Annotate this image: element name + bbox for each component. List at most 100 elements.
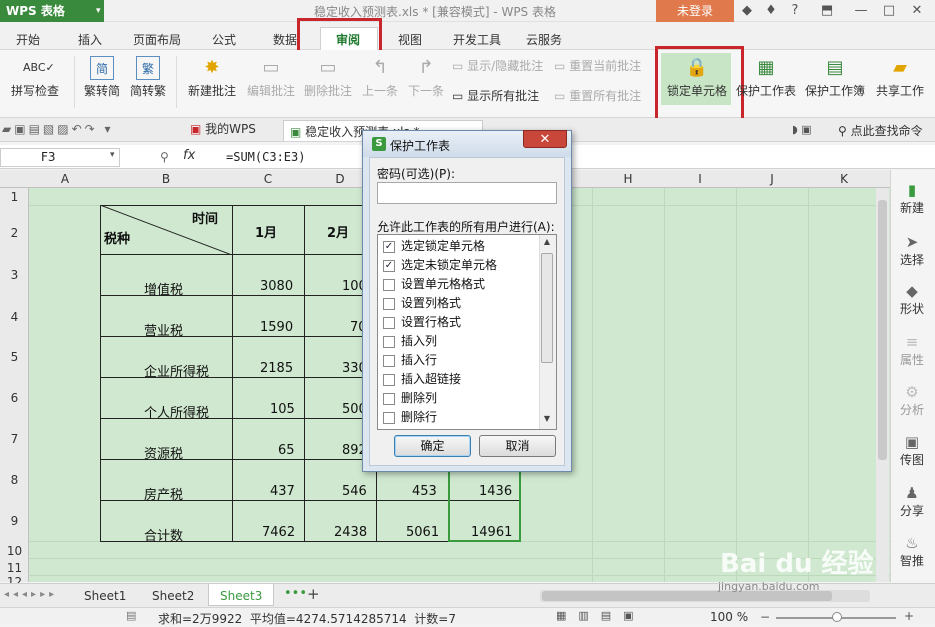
scroll-up-icon[interactable]: ▲ — [541, 237, 553, 246]
list-scrollbar-thumb[interactable] — [541, 253, 553, 363]
tab-cloud[interactable]: 云服务 — [526, 31, 562, 48]
cell-value[interactable]: 2438 — [334, 525, 367, 540]
new-comment-button[interactable]: ✸ 新建批注 — [184, 56, 240, 99]
trad-to-simp-button[interactable]: 简 繁转简 — [82, 56, 122, 99]
permission-option[interactable]: 设置行格式 — [383, 313, 461, 330]
panel-share[interactable]: ♟ 分享 — [893, 485, 931, 519]
column-header[interactable]: A — [30, 172, 100, 186]
reset-current-comment-button[interactable]: ▭ 重置当前批注 — [554, 57, 641, 74]
zoom-level[interactable]: 100 % — [710, 610, 748, 624]
column-header[interactable]: I — [664, 172, 736, 186]
cell-value[interactable]: 1590 — [260, 320, 293, 335]
panel-analysis[interactable]: ⚙ 分析 — [893, 384, 931, 418]
row-header[interactable]: 9 — [0, 514, 29, 528]
skin-icon[interactable]: ◆ — [738, 3, 756, 19]
column-header[interactable]: B — [100, 172, 232, 186]
find-command[interactable]: ⚲ 点此查找命令 — [838, 122, 923, 139]
share-workbook-button[interactable]: ▰ 共享工作 — [872, 56, 928, 99]
row-header[interactable]: 5 — [0, 350, 29, 364]
row-header[interactable]: 12 — [0, 575, 29, 583]
tab-formulas[interactable]: 公式 — [212, 31, 236, 48]
cell-value[interactable]: 105 — [270, 402, 295, 417]
show-hide-comments-button[interactable]: ▭ 显示/隐藏批注 — [452, 57, 543, 74]
tab-insert[interactable]: 插入 — [78, 31, 102, 48]
row-header[interactable]: 3 — [0, 268, 29, 282]
column-header[interactable]: J — [736, 172, 808, 186]
cell-value[interactable]: 65 — [278, 443, 295, 458]
dialog-close-button[interactable]: ✕ — [523, 130, 567, 148]
row-header[interactable]: 1 — [0, 190, 29, 204]
maximize-icon[interactable]: □ — [880, 3, 898, 19]
header-feb[interactable]: 2月 — [327, 222, 349, 241]
panel-smart-push[interactable]: ♨ 智推 — [893, 535, 931, 569]
panel-send-image[interactable]: ▣ 传图 — [893, 434, 931, 468]
spell-check-button[interactable]: ABC✓ 拼写检查 — [4, 56, 66, 99]
cell-value[interactable]: 1436 — [479, 484, 512, 499]
column-header[interactable]: K — [808, 172, 880, 186]
tax-name[interactable]: 房产税 — [144, 484, 183, 503]
tab-home[interactable]: 开始 — [16, 31, 40, 48]
permission-option[interactable]: 插入列 — [383, 332, 437, 349]
sheet-tab-2[interactable]: Sheet2 — [152, 589, 194, 603]
checkbox[interactable] — [383, 373, 395, 386]
tax-name[interactable]: 合计数 — [144, 525, 183, 544]
checkbox[interactable] — [383, 297, 395, 310]
header-time[interactable]: 时间 — [192, 208, 218, 227]
view-mode-icons[interactable]: ▦▥▤▣ — [556, 609, 646, 622]
formula-input[interactable]: =SUM(C3:E3) — [226, 150, 305, 164]
protect-sheet-button[interactable]: ▦ 保护工作表 — [734, 56, 798, 99]
tab-view[interactable]: 视图 — [398, 31, 422, 48]
simp-to-trad-button[interactable]: 繁 简转繁 — [126, 56, 170, 99]
cell-value[interactable]: 14961 — [471, 525, 512, 540]
scroll-down-icon[interactable]: ▼ — [541, 414, 553, 423]
chevron-down-icon[interactable]: ▾ — [96, 0, 104, 22]
cell-value[interactable]: 5061 — [406, 525, 439, 540]
row-header[interactable]: 7 — [0, 432, 29, 446]
permission-option[interactable]: ✓ 选定锁定单元格 — [383, 237, 485, 254]
prev-comment-button[interactable]: ↰ 上一条 — [358, 56, 402, 99]
checkbox[interactable] — [383, 278, 395, 291]
checkbox[interactable] — [383, 335, 395, 348]
zoom-slider-handle[interactable] — [832, 612, 842, 622]
checkbox[interactable] — [383, 316, 395, 329]
checkbox[interactable]: ✓ — [383, 259, 395, 272]
login-button[interactable]: 未登录 — [656, 0, 734, 22]
cell-value[interactable]: 437 — [270, 484, 295, 499]
help-icon[interactable]: ? — [786, 3, 804, 19]
fx-icon[interactable]: fx — [183, 148, 195, 163]
tax-name[interactable]: 企业所得税 — [144, 361, 209, 380]
tax-name[interactable]: 营业税 — [144, 320, 183, 339]
cell-value[interactable]: 546 — [342, 484, 367, 499]
doc-tab-mywps[interactable]: ▣ 我的WPS — [190, 120, 278, 140]
permission-option[interactable]: 删除行 — [383, 408, 437, 425]
row-header[interactable]: 2 — [0, 226, 29, 240]
zoom-out-icon[interactable]: − — [760, 610, 770, 624]
sheet-nav-arrows[interactable]: ◂◂◂▸▸▸ — [4, 589, 58, 600]
ok-button[interactable]: 确定 — [394, 435, 471, 457]
panel-shape[interactable]: ◆ 形状 — [893, 283, 931, 317]
cell-value[interactable]: 3080 — [260, 279, 293, 294]
checkbox[interactable] — [383, 392, 395, 405]
row-header[interactable]: 11 — [0, 561, 29, 575]
tab-data[interactable]: 数据 — [273, 31, 297, 48]
checkbox[interactable] — [383, 411, 395, 424]
permission-option[interactable]: 设置单元格格式 — [383, 275, 485, 292]
permission-option[interactable]: ✓ 选定未锁定单元格 — [383, 256, 497, 273]
tab-page-layout[interactable]: 页面布局 — [133, 31, 181, 48]
row-header[interactable]: 8 — [0, 473, 29, 487]
reset-all-comments-button[interactable]: ▭ 重置所有批注 — [554, 87, 641, 104]
shirt-icon[interactable]: ♦ — [762, 3, 780, 19]
zoom-in-icon[interactable]: + — [904, 609, 914, 623]
panel-new[interactable]: ▮ 新建 — [893, 182, 931, 216]
permission-option[interactable]: 插入超链接 — [383, 370, 461, 387]
toolbar-icons[interactable]: ◗ ▣ — [792, 123, 812, 136]
more-sheets-icon[interactable]: ••• — [284, 586, 307, 601]
panel-properties[interactable]: ≡ 属性 — [893, 334, 931, 368]
column-header[interactable]: C — [232, 172, 304, 186]
panel-select[interactable]: ➤ 选择 — [893, 234, 931, 268]
column-header[interactable]: H — [592, 172, 664, 186]
restore-window-icon[interactable]: ⬒ — [818, 3, 836, 19]
password-input[interactable] — [377, 182, 557, 204]
tab-developer[interactable]: 开发工具 — [453, 31, 501, 48]
tax-name[interactable]: 个人所得税 — [144, 402, 209, 421]
